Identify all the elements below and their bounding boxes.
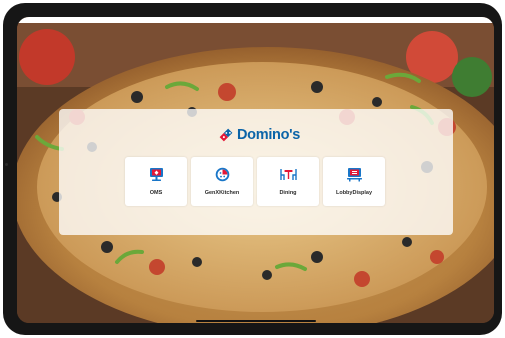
app-card-dining[interactable]: Dining [257, 157, 319, 206]
pizza-slice-icon [214, 167, 231, 182]
dominos-domino-logo-icon [219, 128, 233, 142]
app-card-genxkitchen[interactable]: GenXKitchen [191, 157, 253, 206]
app-card-lobbydisplay[interactable]: LobbyDisplay [323, 157, 385, 206]
app-card-label: Dining [279, 190, 297, 196]
app-cards: OMS GenXKitchen Dining LobbyDisplay [125, 157, 385, 206]
app-card-label: GenXKitchen [204, 190, 240, 196]
home-indicator[interactable] [196, 320, 316, 322]
tablet-frame: Domino's OMS GenXKitchen Dining LobbyDis… [3, 3, 502, 335]
app-card-label: OMS [149, 190, 163, 196]
brand-name: Domino's [237, 127, 301, 143]
front-camera [5, 163, 8, 166]
app-card-oms[interactable]: OMS [125, 157, 187, 206]
dining-table-chairs-icon [279, 167, 297, 182]
lobby-display-screen-icon [346, 167, 363, 182]
app-card-label: LobbyDisplay [335, 190, 373, 196]
status-bar [17, 17, 494, 23]
app-launcher-panel: Domino's OMS GenXKitchen Dining LobbyDis… [59, 109, 453, 235]
brand-logo: Domino's [219, 125, 300, 145]
monitor-stand-icon [148, 167, 165, 182]
screen: Domino's OMS GenXKitchen Dining LobbyDis… [17, 17, 494, 323]
